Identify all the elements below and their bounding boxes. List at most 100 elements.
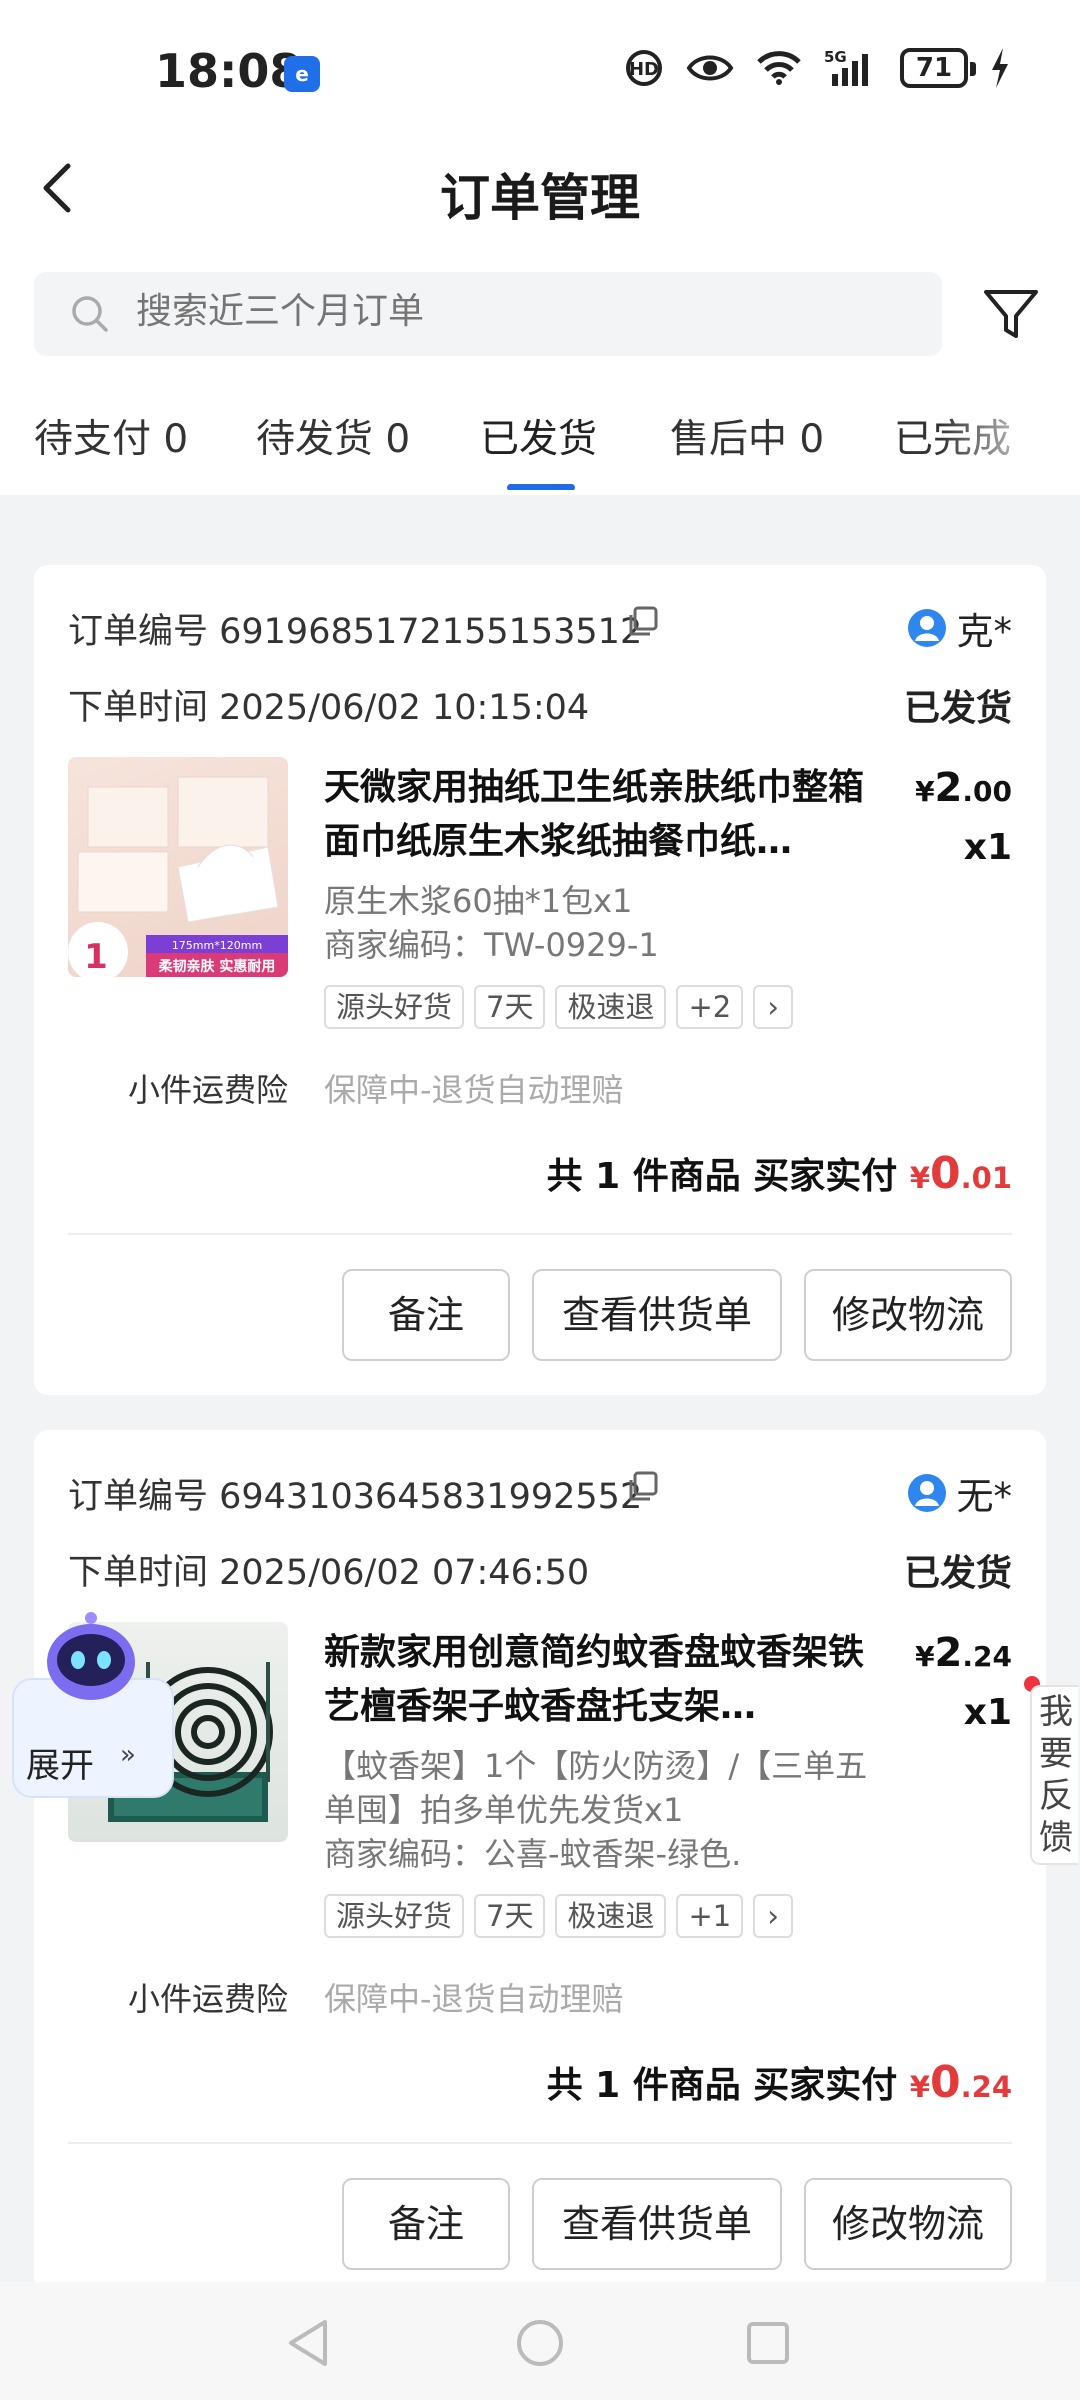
status-icons: HD 5G 71: [624, 48, 1010, 88]
view-supply-order-button[interactable]: 查看供货单: [532, 2178, 782, 2270]
order-total: 共 1 件商品 买家实付 ¥0.24: [547, 2056, 1012, 2108]
insurance-label: 小件运费险: [128, 1071, 289, 1109]
assistant-expand-label: 展开: [26, 1746, 94, 1786]
order-number: 订单编号 6919685172155153512: [68, 612, 643, 652]
order-time: 下单时间 2025/06/02 10:15:04: [68, 688, 590, 728]
product-price: ¥2.00: [915, 765, 1012, 811]
svg-text:175mm*120mm: 175mm*120mm: [172, 939, 262, 952]
active-tab-indicator: [507, 484, 575, 490]
product-title[interactable]: 新款家用创意简约蚊香盘蚊香架铁艺檀香架子蚊香盘托支架…: [324, 1626, 884, 1734]
search-icon: [72, 296, 108, 332]
product-price: ¥2.24: [915, 1630, 1012, 1676]
remark-button[interactable]: 备注: [342, 2178, 510, 2270]
svg-text:HD: HD: [629, 59, 659, 80]
buyer-avatar-icon: [907, 609, 946, 647]
total-label: 共 1 件商品 买家实付: [546, 1156, 898, 1197]
insurance-status: 保障中-退货自动理赔: [324, 1980, 624, 2018]
tag-more-count: +1: [676, 1894, 744, 1938]
total-symbol: ¥: [909, 1161, 930, 1195]
clock: 18:08: [155, 44, 302, 98]
battery-level: 71: [915, 53, 953, 83]
merchant-code: 商家编码：公喜-蚊香架-绿色.: [324, 1835, 742, 1873]
status-bar: 18:08 e HD 5G 71: [0, 0, 1080, 140]
price-integer: 2: [934, 765, 963, 811]
tag-fast-refund: 极速退: [555, 985, 667, 1029]
order-status: 已发货: [903, 1553, 1012, 1594]
view-supply-order-button[interactable]: 查看供货单: [532, 1269, 782, 1361]
service-tags: 源头好货 7天 极速退 +2 ›: [324, 985, 794, 1029]
nav-home-icon[interactable]: [515, 2318, 565, 2368]
divider: [68, 1233, 1012, 1235]
signal-5g-icon: 5G: [824, 48, 868, 86]
nav-back-icon[interactable]: [285, 2318, 331, 2368]
insurance-label: 小件运费险: [128, 1980, 289, 2018]
tag-fast-refund: 极速退: [555, 1894, 667, 1938]
top-header-area: 18:08 e HD 5G 71 订单管理 待支付 0 待发货 0 已发货 售后…: [0, 0, 1080, 495]
tag-source-goods: 源头好货: [324, 985, 465, 1029]
feedback-tab[interactable]: 我要反馈: [1030, 1685, 1078, 1865]
remark-button[interactable]: 备注: [342, 1269, 510, 1361]
chevron-right-icon[interactable]: ›: [753, 1894, 794, 1938]
price-symbol: ¥: [915, 1640, 935, 1673]
order-card[interactable]: 订单编号 6919685172155153512 克* 下单时间 2025/06…: [34, 565, 1046, 1395]
product-spec: 原生木浆60抽*1包x1: [324, 882, 633, 920]
service-tags: 源头好货 7天 极速退 +1 ›: [324, 1894, 794, 1938]
total-decimal: .01: [960, 1161, 1012, 1195]
tab-pending-payment[interactable]: 待支付 0: [34, 408, 188, 464]
chevron-right-icon[interactable]: ›: [753, 985, 794, 1029]
battery-indicator: 71: [900, 48, 976, 88]
charging-icon: [992, 48, 1008, 88]
search-input[interactable]: [134, 290, 898, 333]
thumb-badge: 1: [84, 937, 108, 977]
price-integer: 2: [934, 1630, 963, 1676]
order-number: 订单编号 6943103645831992552: [68, 1477, 643, 1517]
wifi-icon: [757, 51, 801, 85]
total-symbol: ¥: [909, 2070, 930, 2104]
product-thumbnail[interactable]: 175mm*120mm 1 柔韧亲肤 实惠耐用: [68, 757, 288, 977]
buyer-info[interactable]: 无*: [907, 1466, 1013, 1520]
divider: [68, 2142, 1012, 2144]
product-spec: 【蚊香架】1个【防火防烫】/【三单五单囤】拍多单优先发货x1: [324, 1747, 868, 1829]
buyer-info[interactable]: 克*: [907, 601, 1013, 655]
copy-icon[interactable]: [626, 605, 660, 639]
ai-assistant-float[interactable]: 展开 »: [12, 1610, 176, 1800]
buyer-name: 无*: [956, 1475, 1013, 1518]
order-status-tabs: 待支付 0 待发货 0 已发货 售后中 0 已完成: [0, 400, 1080, 490]
tab-after-sales[interactable]: 售后中 0: [670, 408, 824, 464]
price-decimal: .24: [962, 1640, 1012, 1673]
order-time: 下单时间 2025/06/02 07:46:50: [68, 1553, 590, 1593]
insurance-status: 保障中-退货自动理赔: [324, 1071, 624, 1109]
tag-source-goods: 源头好货: [324, 1894, 465, 1938]
merchant-code: 商家编码：TW-0929-1: [324, 926, 659, 964]
product-quantity: x1: [963, 1692, 1012, 1733]
order-status: 已发货: [903, 688, 1012, 729]
page-title: 订单管理: [440, 169, 640, 227]
buyer-name: 克*: [956, 610, 1013, 653]
total-integer: 0: [930, 1148, 961, 1199]
price-symbol: ¥: [915, 775, 935, 808]
data-saver-icon: HD: [626, 50, 662, 86]
search-bar[interactable]: [34, 272, 942, 356]
feedback-label: 我要反馈: [1039, 1692, 1073, 1858]
robot-icon: [47, 1612, 135, 1700]
total-integer: 0: [930, 2057, 961, 2108]
eye-icon: [686, 55, 734, 81]
buyer-avatar-icon: [907, 1474, 946, 1512]
tag-7day-return: 7天: [474, 1894, 546, 1938]
tab-shipped[interactable]: 已发货: [480, 408, 597, 464]
modify-logistics-button[interactable]: 修改物流: [804, 1269, 1012, 1361]
modify-logistics-button[interactable]: 修改物流: [804, 2178, 1012, 2270]
filter-icon[interactable]: [980, 282, 1042, 344]
tag-more-count: +2: [676, 985, 744, 1029]
order-card[interactable]: 订单编号 6943103645831992552 无* 下单时间 2025/06…: [34, 1430, 1046, 2290]
tissue-box-image: 175mm*120mm 1 柔韧亲肤 实惠耐用: [68, 776, 288, 977]
product-title[interactable]: 天微家用抽纸卫生纸亲肤纸巾整箱面巾纸原生木浆纸抽餐巾纸…: [324, 761, 884, 869]
app-notification-icon: e: [284, 56, 320, 92]
price-decimal: .00: [962, 775, 1012, 808]
tag-7day-return: 7天: [474, 985, 546, 1029]
product-quantity: x1: [963, 827, 1012, 868]
tab-pending-shipment[interactable]: 待发货 0: [256, 408, 410, 464]
nav-recents-icon[interactable]: [745, 2320, 791, 2366]
copy-icon[interactable]: [626, 1470, 660, 1504]
chevron-down-icon: »: [120, 1740, 136, 1770]
